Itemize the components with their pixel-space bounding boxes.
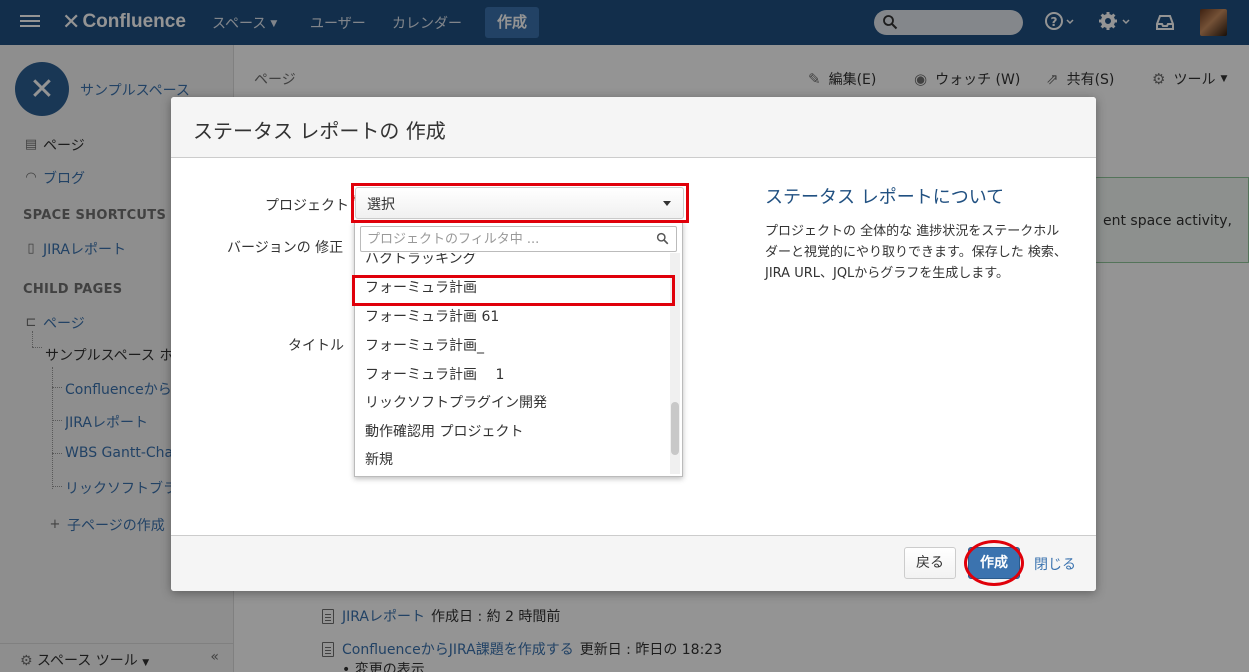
project-option[interactable]: 動作確認用 プロジェクト [365, 421, 523, 441]
scrollbar-thumb[interactable] [671, 402, 679, 455]
about-heading: ステータス レポートについて [765, 187, 1005, 208]
highlight-annotation [351, 183, 689, 223]
about-description: プロジェクトの 全体的な 進捗状況をステークホルダーと視覚的にやり取りできます。… [765, 224, 1067, 281]
dialog-footer [171, 535, 1096, 591]
project-option[interactable]: 新規 [365, 449, 393, 469]
status-report-dialog: ステータス レポートの 作成 プロジェクト * バージョンの 修正 タイトル 選択… [171, 97, 1096, 591]
dialog-title: ステータス レポートの 作成 [193, 119, 446, 143]
project-option[interactable]: フォーミュラ計画_ [365, 335, 484, 355]
project-label: プロジェクト * [265, 193, 357, 214]
close-link[interactable]: 閉じる [1034, 554, 1076, 574]
project-option[interactable]: ハクトラッキング [365, 253, 477, 268]
search-icon [656, 232, 669, 245]
highlight-annotation [964, 540, 1024, 586]
project-dropdown: ハクトラッキング フォーミュラ計画 フォーミュラ計画 61 フォーミュラ計画_ … [354, 221, 683, 477]
project-filter-input[interactable] [360, 226, 677, 252]
back-button[interactable]: 戻る [904, 547, 956, 579]
project-option[interactable]: フォーミュラ計画 1 [365, 364, 504, 384]
dialog-header: ステータス レポートの 作成 [171, 97, 1096, 158]
highlight-annotation [352, 275, 675, 306]
title-label: タイトル [288, 338, 344, 354]
project-option[interactable]: フォーミュラ計画 61 [365, 306, 499, 326]
version-label: バージョンの 修正 [227, 240, 344, 256]
project-option[interactable]: リックソフトプラグイン開発 [365, 392, 547, 412]
